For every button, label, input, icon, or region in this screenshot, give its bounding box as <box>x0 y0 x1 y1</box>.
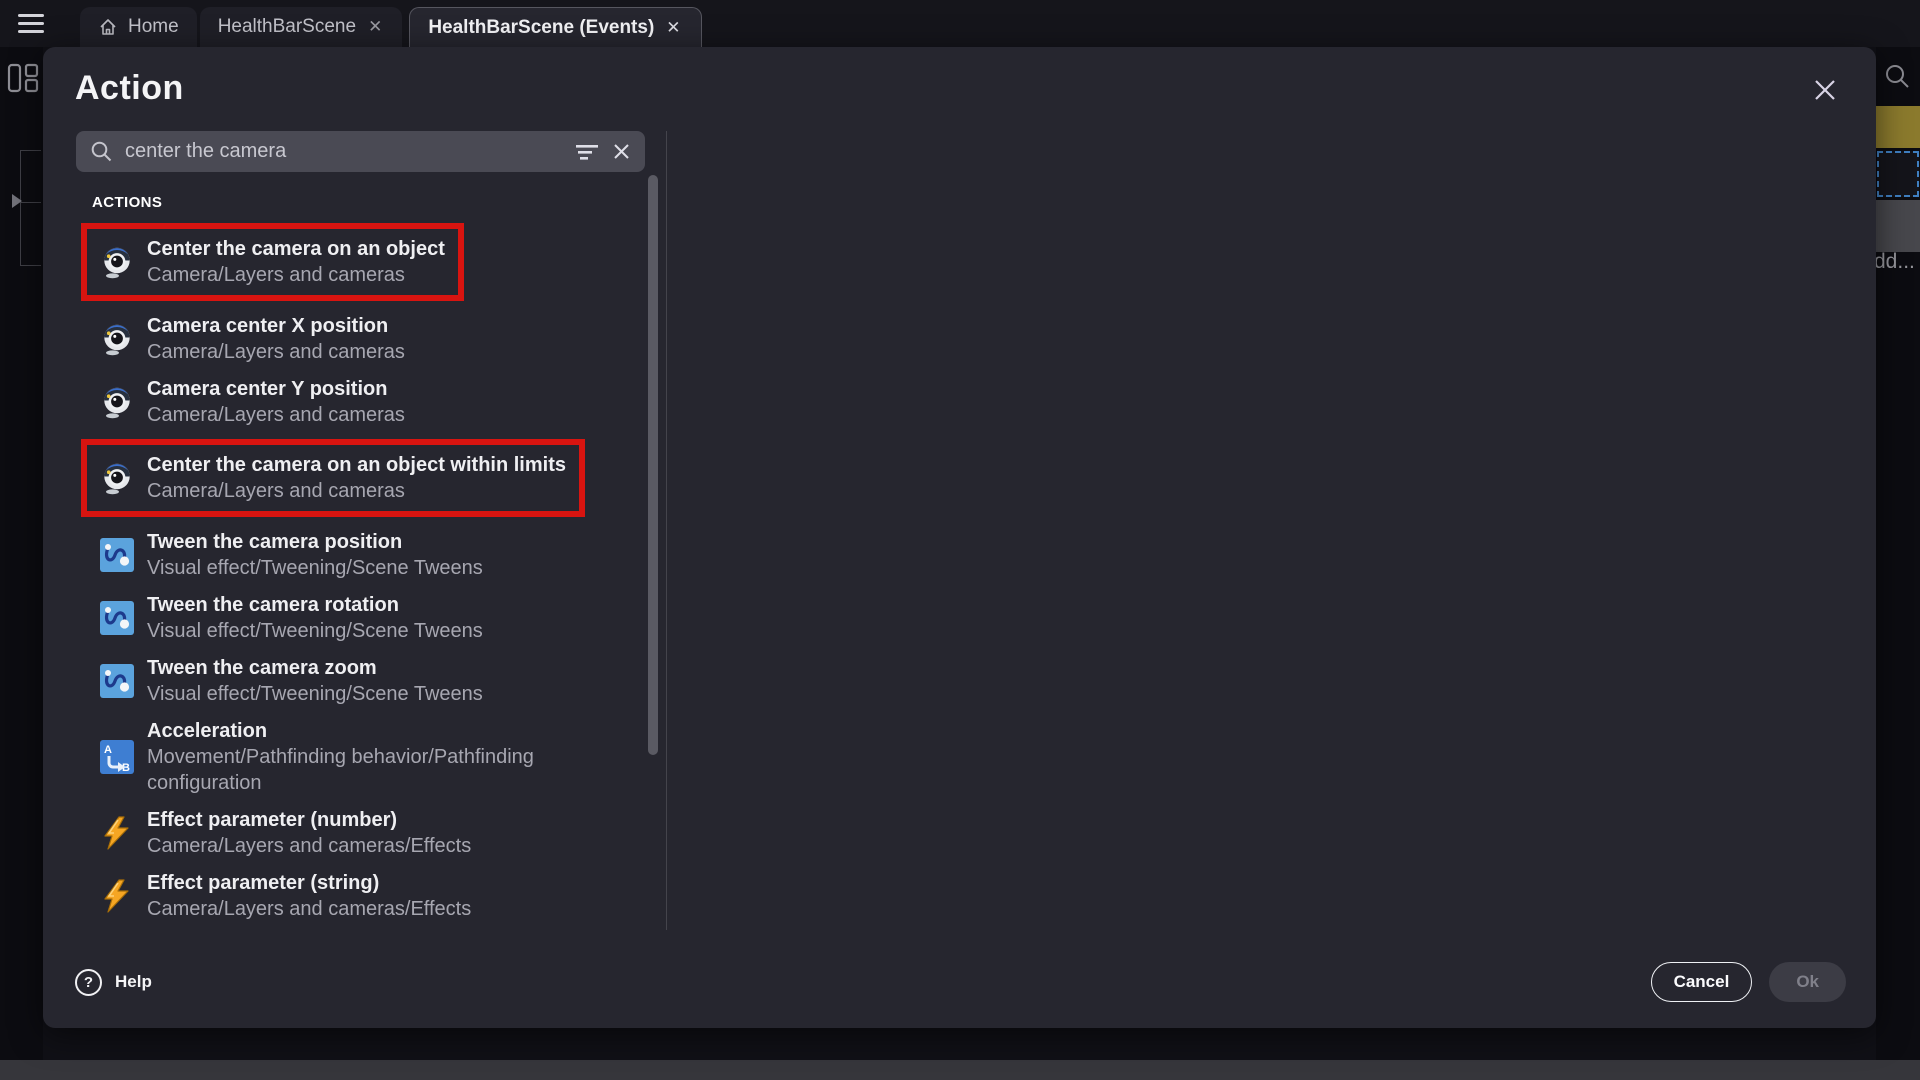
actions-list: A B Center the camera on an object Camer… <box>100 223 651 922</box>
lightning-icon <box>100 816 134 850</box>
action-list-item[interactable]: A B Tween the camera rotation Visual eff… <box>100 592 651 644</box>
tween-icon <box>100 538 134 572</box>
action-subtitle: Visual effect/Tweening/Scene Tweens <box>147 618 483 644</box>
event-tree-line <box>20 150 21 266</box>
action-title: Center the camera on an object <box>147 236 445 262</box>
event-tree-line <box>20 150 41 151</box>
action-subtitle: Camera/Layers and cameras/Effects <box>147 833 471 859</box>
tab-label: Home <box>128 16 179 38</box>
camera-icon <box>100 322 134 356</box>
tween-icon <box>100 601 134 635</box>
camera-icon <box>100 245 134 279</box>
tab-healthbarscene-events[interactable]: HealthBarScene (Events) ✕ <box>409 7 701 47</box>
expand-arrow-icon[interactable] <box>12 194 22 208</box>
action-subtitle: Camera/Layers and cameras <box>147 339 405 365</box>
background-left-panel <box>0 47 43 1060</box>
tab-label: HealthBarScene <box>218 16 356 38</box>
search-bar <box>76 131 645 172</box>
svg-text:A: A <box>104 744 112 756</box>
action-title: Acceleration <box>147 718 607 744</box>
drop-target-outline <box>1877 151 1919 197</box>
hamburger-icon[interactable] <box>18 14 44 33</box>
action-list-item[interactable]: A B Camera center X position Camera/Laye… <box>100 313 651 365</box>
filter-icon[interactable] <box>576 143 600 161</box>
action-subtitle: Camera/Layers and cameras/Effects <box>147 896 471 922</box>
action-list-item[interactable]: A B Camera center Y position Camera/Laye… <box>100 376 651 428</box>
tab-healthbarscene[interactable]: HealthBarScene ✕ <box>200 7 403 47</box>
action-subtitle: Movement/Pathfinding behavior/Pathfindin… <box>147 744 607 796</box>
action-list-item[interactable]: A B Tween the camera position Visual eff… <box>100 529 651 581</box>
help-icon: ? <box>75 969 102 996</box>
action-title: Camera center X position <box>147 313 405 339</box>
list-divider <box>666 131 667 930</box>
action-subtitle: Camera/Layers and cameras <box>147 262 445 288</box>
help-button[interactable]: ? Help <box>75 969 152 996</box>
tab-bar: Home HealthBarScene ✕ HealthBarScene (Ev… <box>0 0 1920 47</box>
action-dialog: Action <box>43 47 1876 1028</box>
close-icon[interactable] <box>1812 77 1838 103</box>
app-screen: Home HealthBarScene ✕ HealthBarScene (Ev… <box>0 0 1920 1080</box>
action-list-item[interactable]: A B Tween the camera zoom Visual effect/… <box>100 655 651 707</box>
action-title: Effect parameter (number) <box>147 807 471 833</box>
action-list-item[interactable]: A B Center the camera on an object Camer… <box>100 236 445 288</box>
selected-event-row <box>1876 106 1920 148</box>
action-title: Tween the camera zoom <box>147 655 483 681</box>
background-right-panel: dd... <box>1876 47 1920 1060</box>
scrollbar-thumb[interactable] <box>648 175 658 755</box>
tween-icon <box>100 664 134 698</box>
truncated-add-label: dd... <box>1874 250 1915 274</box>
action-title: Center the camera on an object within li… <box>147 452 566 478</box>
action-list-item[interactable]: A B Acceleration Movement/Pathfinding be… <box>100 718 651 796</box>
event-row <box>1876 200 1920 252</box>
ok-button[interactable]: Ok <box>1769 962 1846 1002</box>
highlight-annotation: A B Center the camera on an object Camer… <box>81 223 464 301</box>
close-tab-icon[interactable]: ✕ <box>664 18 682 38</box>
action-title: Camera center Y position <box>147 376 405 402</box>
action-title: Tween the camera rotation <box>147 592 483 618</box>
clear-icon[interactable] <box>612 142 631 161</box>
actions-scroll-area: ACTIONS A B <box>76 172 651 922</box>
action-list-item[interactable]: A B Effect parameter (string) Camera/Lay… <box>100 870 651 922</box>
search-input[interactable] <box>125 140 564 163</box>
panels-layout-icon <box>6 61 40 95</box>
action-subtitle: Visual effect/Tweening/Scene Tweens <box>147 681 483 707</box>
taskbar-band <box>0 1060 1920 1080</box>
search-icon <box>90 140 113 163</box>
camera-icon <box>100 385 134 419</box>
event-tree-line <box>20 202 41 203</box>
lightning-icon <box>100 879 134 913</box>
list-section-header: ACTIONS <box>92 194 651 211</box>
dialog-title: Action <box>75 69 184 108</box>
pathfinding-icon: A B <box>100 740 134 774</box>
action-title: Tween the camera position <box>147 529 483 555</box>
event-tree-line <box>20 265 41 266</box>
tab-label: HealthBarScene (Events) <box>428 17 654 39</box>
highlight-annotation: A B Center the camera on an object withi… <box>81 439 585 517</box>
action-title: Effect parameter (string) <box>147 870 471 896</box>
home-icon <box>98 17 118 37</box>
camera-icon <box>100 461 134 495</box>
search-icon[interactable] <box>1884 63 1910 89</box>
action-subtitle: Camera/Layers and cameras <box>147 478 566 504</box>
tab-home[interactable]: Home <box>80 7 197 47</box>
action-list-item[interactable]: A B Effect parameter (number) Camera/Lay… <box>100 807 651 859</box>
dialog-footer: ? Help Cancel Ok <box>75 962 1846 1002</box>
action-subtitle: Visual effect/Tweening/Scene Tweens <box>147 555 483 581</box>
cancel-button[interactable]: Cancel <box>1651 962 1753 1002</box>
action-list-item[interactable]: A B Center the camera on an object withi… <box>100 452 566 504</box>
close-tab-icon[interactable]: ✕ <box>366 17 384 37</box>
action-subtitle: Camera/Layers and cameras <box>147 402 405 428</box>
